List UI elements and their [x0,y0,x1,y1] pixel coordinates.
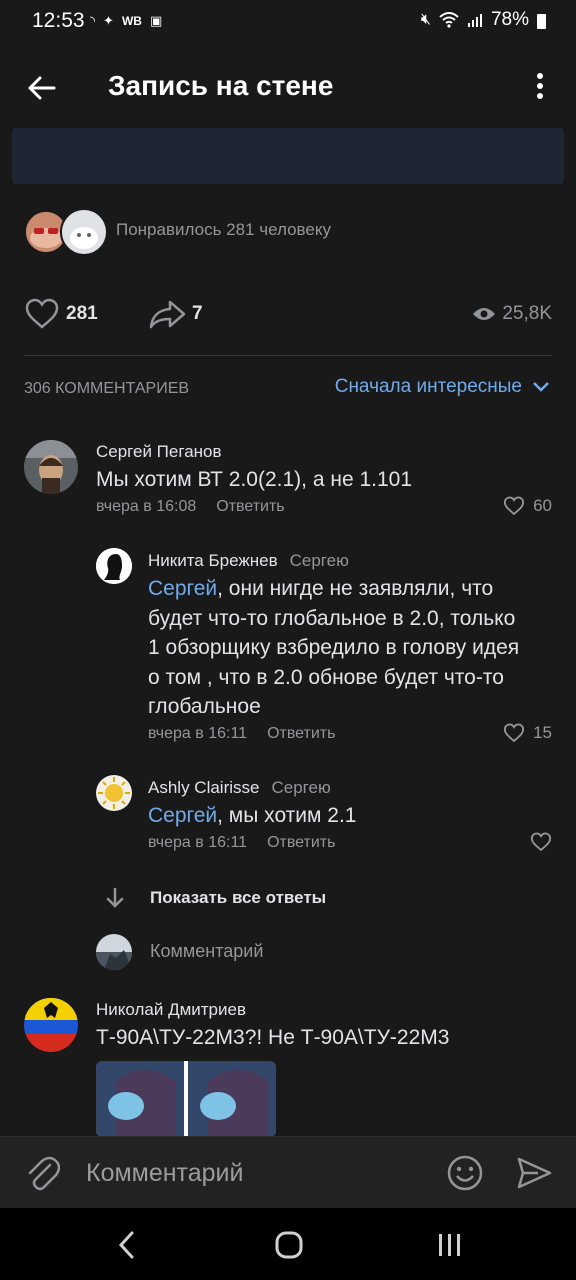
my-avatar [96,934,132,970]
reply-button[interactable]: Ответить [267,834,335,851]
share-button[interactable]: 7 [148,296,203,332]
attach-button[interactable] [24,1153,61,1198]
comment-time: вчера в 16:11 [148,834,248,851]
sort-label: Сначала интересные [334,376,522,397]
comment-author[interactable]: Никита Брежнев [148,551,278,570]
comment-composer: Комментарий [0,1136,576,1209]
comment-time: вчера в 16:08 [96,498,197,515]
back-button[interactable] [24,70,60,106]
comment-text: Сергей, мы хотим 2.1 [148,804,357,827]
avatar[interactable] [96,775,132,811]
mention-link[interactable]: Сергей [148,577,217,600]
comment-author[interactable]: Сергей Пеганов [96,442,222,462]
arrow-left-icon [28,76,56,100]
battery-percent: 78% [490,9,529,30]
views-counter: 25,8K [472,300,552,328]
avatar[interactable] [96,548,132,584]
android-icon: ✦ [103,13,114,28]
post-content-area [12,128,564,184]
comment-likes: 60 [533,496,552,515]
recents-icon [439,1234,460,1256]
wb-icon: WB [121,14,142,28]
share-icon [149,300,186,329]
comment-meta: вчера в 16:08 Ответить [96,498,285,516]
send-icon [517,1157,552,1189]
comment-meta: вчера в 16:11 Ответить [148,725,335,743]
comment-author[interactable]: Николай Дмитриев [96,1000,246,1020]
like-button[interactable]: 281 [24,296,98,332]
comment-author[interactable]: Ashly Clairisse [148,778,259,797]
nav-home-button[interactable] [274,1230,304,1265]
status-bar: 12:53 ◝ ✦ WB ▣ 🔇︎ 78% [0,0,576,44]
reply-header: Никита Брежнев Сергею [148,551,349,571]
home-icon [275,1231,303,1259]
comment-likes: 15 [533,723,552,742]
heart-icon [503,723,525,743]
reply-to: Сергею [271,778,331,797]
likes-count: 281 [66,303,98,324]
comment-like-button[interactable] [530,832,552,857]
sort-dropdown[interactable]: Сначала интересные [335,376,550,398]
avatar[interactable] [24,440,78,494]
reply-button[interactable]: Ответить [216,498,284,515]
status-notification-icons: ◝ ✦ WB ▣ [90,13,162,29]
send-button[interactable] [516,1155,552,1196]
system-nav-bar [0,1208,576,1280]
battery-icon [537,13,546,29]
status-right: 🔇︎ 78% [421,9,546,31]
emoji-button[interactable] [446,1154,484,1197]
show-all-replies-label: Показать все ответы [150,888,327,907]
comment-time: вчера в 16:11 [148,725,248,742]
chevron-left-icon [118,1231,134,1259]
comment-text: Т-90А\ТУ-22М3?! Не Т-90А\ТУ-22М3 [96,1026,450,1049]
comments-count: 306 КОММЕНТАРИЕВ [24,380,190,397]
image-icon: ▣ [149,13,163,28]
comment-image[interactable] [96,1061,276,1137]
views-count: 25,8K [502,303,552,324]
more-options-button[interactable] [528,72,552,102]
reply-button[interactable]: Ответить [267,725,335,742]
status-time: 12:53 [32,9,85,32]
heart-icon [25,298,59,329]
paperclip-icon [28,1156,61,1191]
comment-meta: вчера в 16:11 Ответить [148,834,335,852]
more-vertical-icon [537,73,543,99]
divider [24,355,552,356]
comment-like-button[interactable]: 60 [503,496,552,516]
likes-summary: Понравилось 281 человеку [116,220,331,239]
show-all-replies-button[interactable]: Показать все ответы [104,886,326,910]
comment-text: Мы хотим ВТ 2.0(2.1), а не 1.101 [96,468,413,491]
comment-like-button[interactable]: 15 [503,723,552,743]
reply-to: Сергею [289,551,349,570]
heart-icon [503,496,525,516]
nav-back-button[interactable] [116,1230,138,1265]
eye-icon [473,308,496,320]
wifi-icon [439,12,459,28]
likers-row[interactable]: Понравилось 281 человеку [24,208,552,256]
mute-icon: 🔇︎ [420,11,431,28]
avatar[interactable] [24,998,78,1052]
comment-text: Сергей, они нигде не заявляли, что будет… [148,577,520,718]
arrow-down-icon [106,887,124,908]
mention-link[interactable]: Сергей [148,804,217,827]
comment-input[interactable]: Комментарий [86,1159,243,1188]
reply-input[interactable]: Комментарий [150,941,263,962]
rss-icon: ◝ [90,13,96,28]
signal-icon [467,14,482,27]
reply-header: Ashly Clairisse Сергею [148,778,331,798]
heart-icon [530,832,552,852]
page-title: Запись на стене [108,70,334,101]
shares-count: 7 [192,303,203,324]
smile-icon [447,1155,483,1191]
liker-avatar [60,208,108,256]
nav-recents-button[interactable] [436,1232,464,1263]
chevron-down-icon [533,382,549,392]
